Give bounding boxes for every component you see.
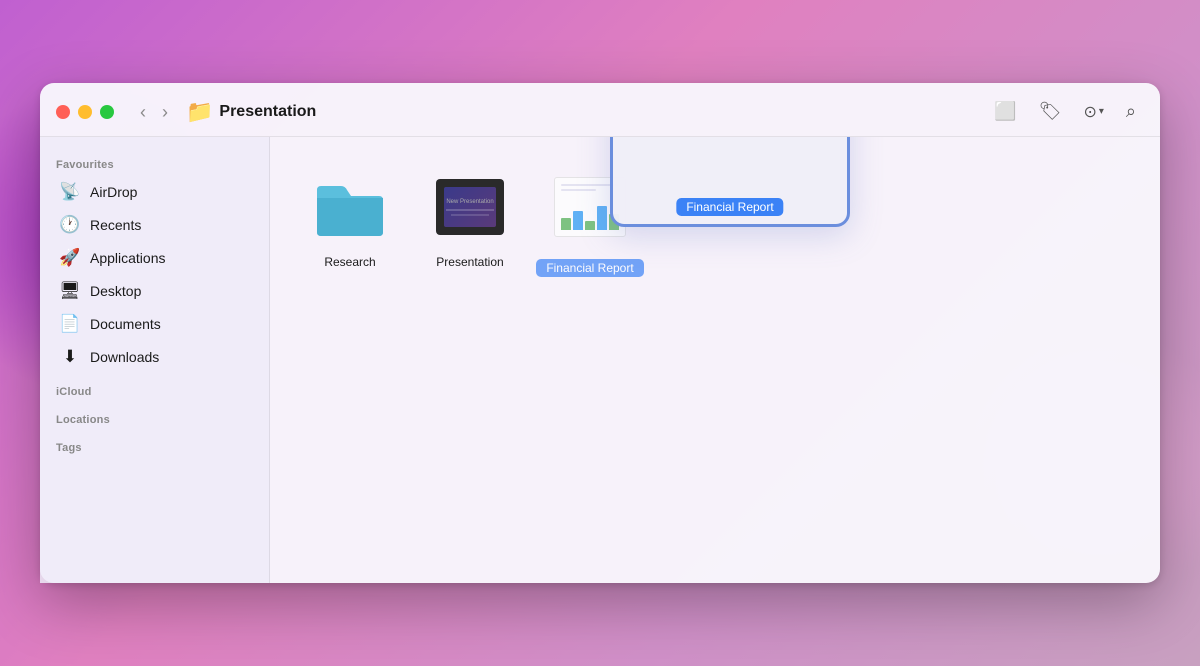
minimize-button[interactable] bbox=[78, 105, 92, 119]
copy-icon: ⬜ bbox=[994, 101, 1016, 122]
sidebar-item-documents[interactable]: 📄 Documents bbox=[46, 308, 263, 340]
sidebar-item-recents[interactable]: 🕐 Recents bbox=[46, 209, 263, 241]
nav-buttons: ‹ › bbox=[134, 101, 174, 123]
desktop-icon: 🖥 bbox=[60, 281, 80, 301]
sidebar-icloud-label: iCloud bbox=[40, 374, 269, 402]
folder-svg bbox=[313, 176, 387, 238]
sidebar: Favourites 📡 AirDrop 🕐 Recents 🚀 Applica… bbox=[40, 137, 270, 583]
applications-icon: 🚀 bbox=[60, 248, 80, 268]
sidebar-item-applications[interactable]: 🚀 Applications bbox=[46, 242, 263, 274]
sidebar-label-desktop: Desktop bbox=[90, 283, 141, 299]
tag-button[interactable]: 🏷 bbox=[1031, 97, 1070, 126]
tag-icon: 🏷 bbox=[1039, 101, 1062, 122]
toolbar-actions: ⬜ 🏷 ⊙ ▾ ⌕ bbox=[986, 97, 1144, 126]
search-button[interactable]: ⌕ bbox=[1118, 97, 1144, 126]
search-icon: ⌕ bbox=[1126, 101, 1136, 122]
drop-zone[interactable]: Drop files here bbox=[610, 137, 850, 227]
bar-2 bbox=[573, 211, 583, 231]
sidebar-item-airdrop[interactable]: 📡 AirDrop bbox=[46, 176, 263, 208]
research-label: Research bbox=[324, 255, 375, 269]
sidebar-label-documents: Documents bbox=[90, 316, 161, 332]
sidebar-favourites-label: Favourites bbox=[40, 147, 269, 175]
more-icon: ⊙ bbox=[1083, 102, 1096, 122]
copy-button[interactable]: ⬜ bbox=[986, 97, 1024, 126]
content-area: Drop files here bbox=[270, 137, 1160, 583]
file-item-research[interactable]: Research bbox=[310, 167, 390, 269]
chevron-down-icon: ▾ bbox=[1099, 106, 1104, 117]
recents-icon: 🕐 bbox=[60, 215, 80, 235]
airdrop-icon: 📡 bbox=[60, 182, 80, 202]
forward-button[interactable]: › bbox=[156, 101, 174, 123]
window-title: Presentation bbox=[219, 103, 986, 121]
close-button[interactable] bbox=[56, 105, 70, 119]
sidebar-label-applications: Applications bbox=[90, 250, 166, 266]
finder-window: ‹ › 📁 Presentation ⬜ 🏷 ⊙ ▾ ⌕ Favourites bbox=[40, 83, 1160, 583]
presentation-file-icon: New Presentation bbox=[430, 167, 510, 247]
more-button[interactable]: ⊙ ▾ bbox=[1075, 98, 1111, 126]
window-folder-icon: 📁 bbox=[186, 99, 213, 125]
bar-4 bbox=[597, 206, 607, 230]
sidebar-tags-label: Tags bbox=[40, 430, 269, 458]
presentation-label: Presentation bbox=[436, 255, 503, 269]
sidebar-locations-label: Locations bbox=[40, 402, 269, 430]
presentation-dark-icon: New Presentation bbox=[436, 179, 504, 235]
documents-icon: 📄 bbox=[60, 314, 80, 334]
sidebar-label-airdrop: AirDrop bbox=[90, 184, 137, 200]
sidebar-label-recents: Recents bbox=[90, 217, 141, 233]
research-folder-icon bbox=[310, 167, 390, 247]
financial-report-badge: Financial Report bbox=[536, 259, 643, 277]
maximize-button[interactable] bbox=[100, 105, 114, 119]
title-bar: ‹ › 📁 Presentation ⬜ 🏷 ⊙ ▾ ⌕ bbox=[40, 83, 1160, 137]
main-area: Favourites 📡 AirDrop 🕐 Recents 🚀 Applica… bbox=[40, 137, 1160, 583]
sidebar-item-desktop[interactable]: 🖥 Desktop bbox=[46, 275, 263, 307]
back-button[interactable]: ‹ bbox=[134, 101, 152, 123]
bar-1 bbox=[561, 218, 571, 230]
sidebar-label-downloads: Downloads bbox=[90, 349, 159, 365]
bar-3 bbox=[585, 221, 595, 230]
file-item-presentation[interactable]: New Presentation Presentation bbox=[430, 167, 510, 269]
sidebar-item-downloads[interactable]: ⬇ Downloads bbox=[46, 341, 263, 373]
traffic-lights bbox=[56, 105, 114, 119]
thumb-line-2 bbox=[561, 189, 596, 191]
downloads-icon: ⬇ bbox=[60, 347, 80, 367]
drop-zone-financial-badge: Financial Report bbox=[676, 198, 783, 216]
